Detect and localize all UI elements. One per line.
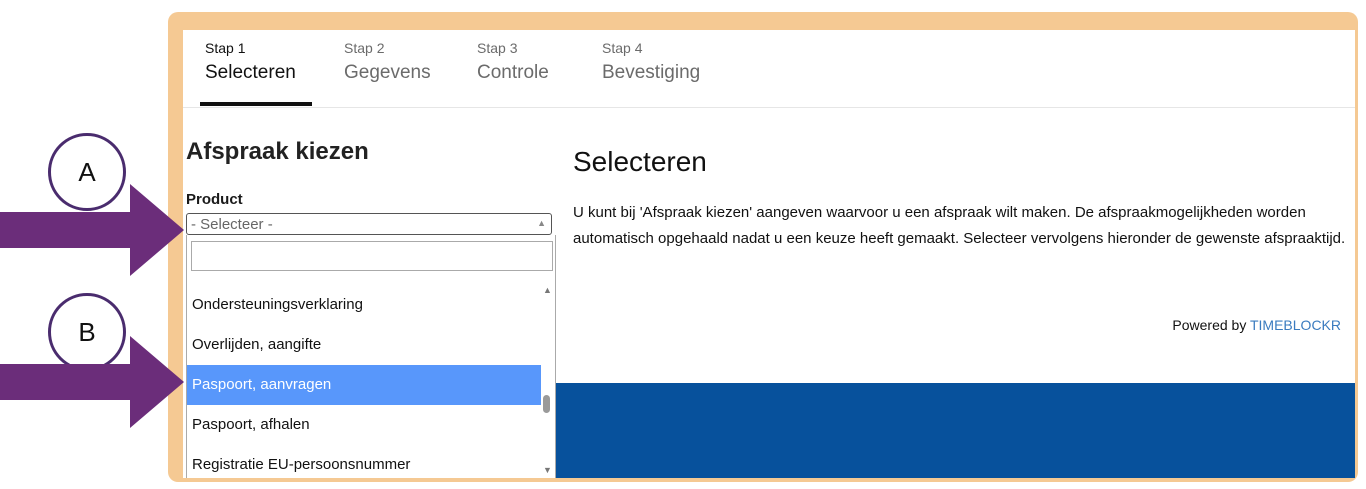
dropdown-search-input[interactable]	[191, 241, 553, 271]
caret-up-icon: ▲	[537, 218, 546, 228]
step-2-number: Stap 2	[344, 40, 385, 56]
scrollbar-thumb[interactable]	[543, 395, 550, 413]
step-indicator: Stap 1 Selecteren Stap 2 Gegevens Stap 3…	[183, 30, 1355, 108]
timeblockr-link[interactable]: TIMEBLOCKR	[1250, 317, 1341, 333]
step-4-number: Stap 4	[602, 40, 643, 56]
list-item[interactable]: Overlijden, aangifte	[187, 325, 541, 365]
page-title: Selecteren	[573, 146, 707, 177]
step-1[interactable]: Stap 1 Selecteren	[205, 40, 296, 84]
product-select[interactable]: - Selecteer - ▲	[186, 213, 552, 235]
step-1-number: Stap 1	[205, 40, 246, 56]
step-1-name: Selecteren	[205, 62, 296, 83]
scroll-down-icon[interactable]: ▼	[543, 465, 552, 475]
appointment-title: Afspraak kiezen	[186, 138, 369, 165]
list-item[interactable]: Registratie EU-persoonsnummer	[187, 445, 541, 478]
step-3[interactable]: Stap 3 Controle	[477, 40, 549, 84]
powered-by-label: Powered by	[1172, 317, 1247, 333]
select-value: - Selecteer -	[191, 216, 273, 233]
booking-panel: Stap 1 Selecteren Stap 2 Gegevens Stap 3…	[183, 30, 1355, 478]
list-item-selected[interactable]: Paspoort, aanvragen	[187, 365, 541, 405]
dropdown-list: Ondersteuningsverklaring Overlijden, aan…	[187, 285, 541, 478]
product-dropdown: Ondersteuningsverklaring Overlijden, aan…	[186, 235, 556, 478]
step-4-name: Bevestiging	[602, 62, 701, 83]
product-label: Product	[186, 191, 243, 208]
step-2[interactable]: Stap 2 Gegevens	[344, 40, 431, 84]
arrow-b-icon	[0, 336, 184, 428]
active-step-underline	[200, 102, 312, 106]
dropdown-scrollbar[interactable]: ▲ ▼	[539, 285, 555, 475]
list-item[interactable]: Ondersteuningsverklaring	[187, 285, 541, 325]
arrow-a-icon	[0, 184, 184, 276]
powered-by: Powered by TIMEBLOCKR	[1172, 317, 1341, 333]
calendar-band	[556, 383, 1355, 478]
step-3-name: Controle	[477, 62, 549, 83]
step-4[interactable]: Stap 4 Bevestiging	[602, 40, 700, 84]
step-3-number: Stap 3	[477, 40, 518, 56]
scroll-up-icon[interactable]: ▲	[543, 285, 552, 295]
instruction-text: U kunt bij 'Afspraak kiezen' aangeven wa…	[573, 204, 1346, 247]
list-item[interactable]: Paspoort, afhalen	[187, 405, 541, 445]
annotation-label-a: A	[78, 157, 96, 187]
step-2-name: Gegevens	[344, 62, 431, 83]
